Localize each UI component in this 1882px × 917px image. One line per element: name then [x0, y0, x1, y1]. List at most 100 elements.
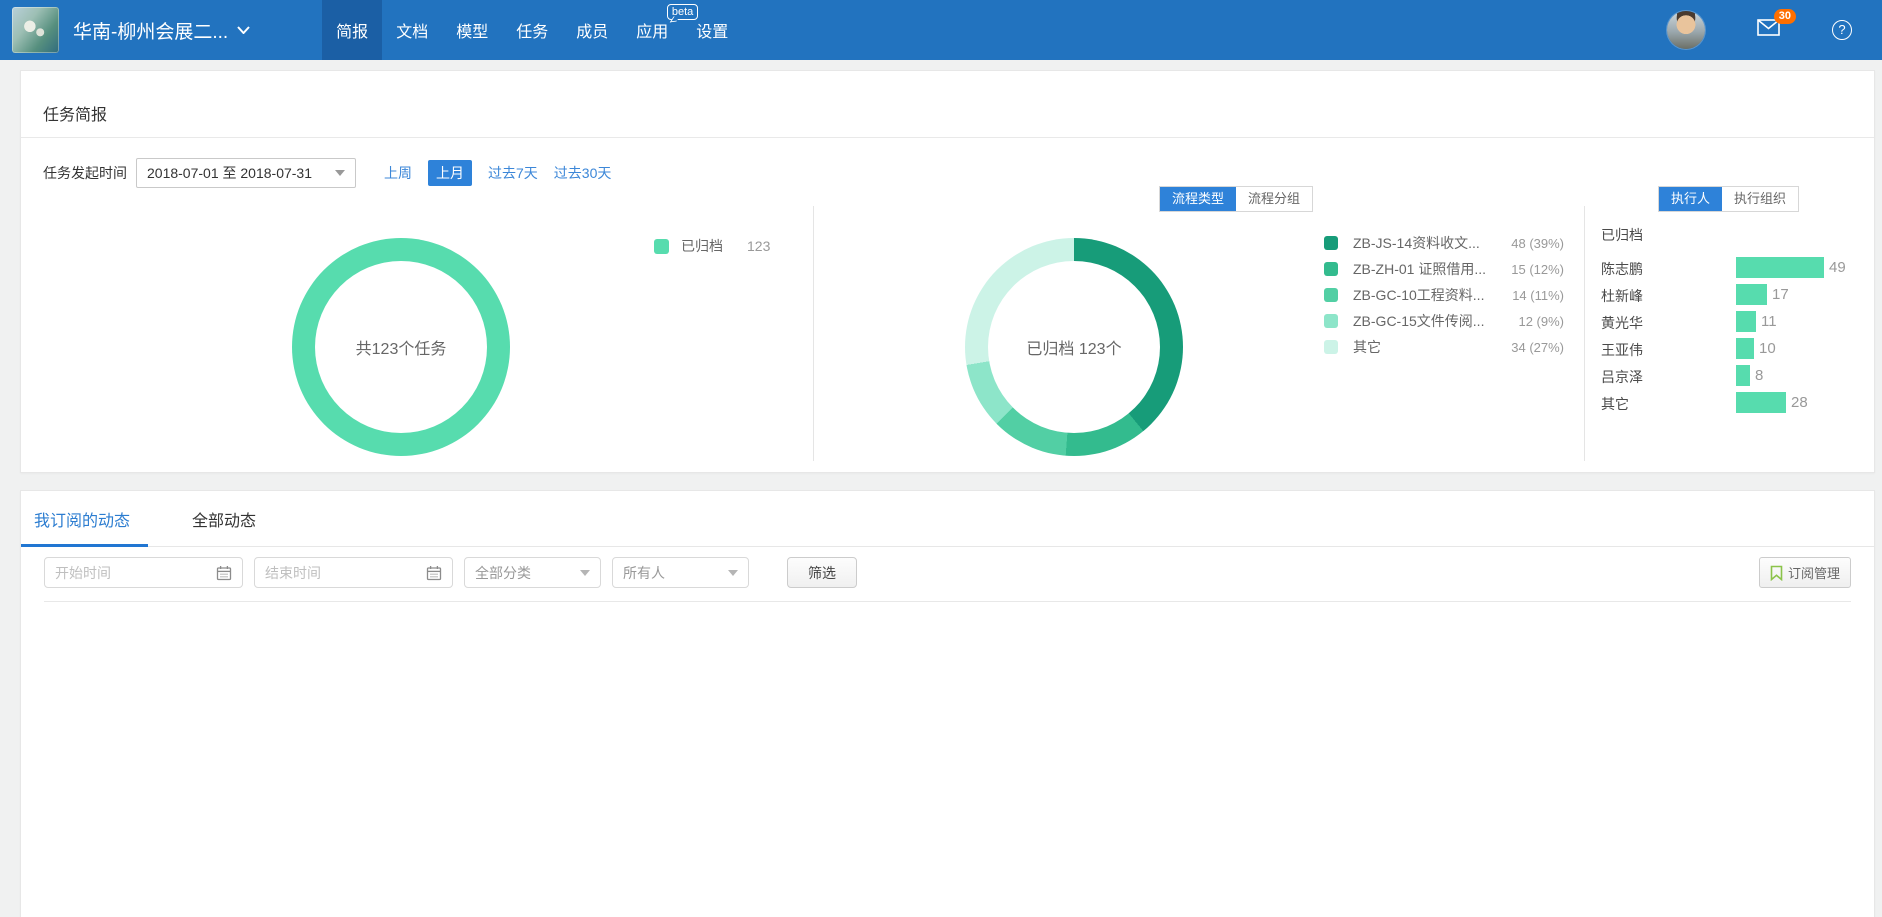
calendar-icon: [426, 565, 442, 581]
chart-divider: [1584, 206, 1585, 461]
end-time-input[interactable]: [265, 565, 426, 581]
quick-filter-last-week[interactable]: 上周: [384, 163, 412, 183]
bar-category-label: 其它: [1601, 394, 1721, 414]
bar-value-label: 10: [1759, 340, 1776, 357]
bar: [1736, 365, 1750, 386]
date-range-value: 2018-07-01 至 2018-07-31: [147, 163, 312, 183]
chevron-down-icon: [237, 26, 250, 34]
bar-category-label: 吕京泽: [1601, 367, 1721, 387]
legend-swatch: [1324, 236, 1338, 250]
task-date-filter-row: 任务发起时间 2018-07-01 至 2018-07-31 上周上月过去7天过…: [21, 138, 1874, 188]
toggle-exec-org[interactable]: 执行组织: [1722, 187, 1798, 211]
start-time-field[interactable]: [44, 557, 243, 588]
quick-filter-last-month[interactable]: 上月: [428, 160, 472, 186]
total-tasks-legend: 已归档 123: [654, 236, 770, 256]
bar-chart-title: 已归档: [1601, 225, 1643, 245]
feed-tab-subscribed[interactable]: 我订阅的动态: [21, 491, 148, 546]
project-name: 华南-柳州会展二...: [73, 17, 228, 44]
feed-filter-row: 全部分类 所有人 筛选 订阅管理: [44, 557, 1851, 588]
nav-item-label: 文档: [396, 18, 428, 42]
nav-item-label: 任务: [516, 18, 548, 42]
legend-swatch: [654, 239, 669, 254]
nav-item-tasks[interactable]: 任务: [502, 0, 562, 60]
caret-down-icon: [335, 170, 345, 176]
navbar-right: 30 ?: [1667, 11, 1852, 49]
nav-item-label: 应用: [636, 18, 668, 42]
activity-feed-panel: 我订阅的动态全部动态 全部分类: [20, 490, 1875, 917]
start-time-input[interactable]: [55, 565, 216, 581]
legend-label: ZB-GC-15文件传阅...: [1353, 311, 1484, 331]
date-filter-label: 任务发起时间: [43, 163, 127, 183]
legend-value: 123: [747, 238, 770, 254]
feed-tabs: 我订阅的动态全部动态: [21, 491, 1874, 547]
quick-filter-past-30-days[interactable]: 过去30天: [554, 163, 612, 183]
bar-value-label: 11: [1761, 313, 1777, 330]
quick-filter-past-7-days[interactable]: 过去7天: [488, 163, 538, 183]
legend-value: 14 (11%): [1512, 288, 1564, 303]
category-value: 全部分类: [475, 563, 531, 583]
bar: [1736, 284, 1767, 305]
quick-date-filters: 上周上月过去7天过去30天: [384, 160, 627, 186]
project-switcher[interactable]: 华南-柳州会展二...: [73, 17, 250, 44]
filter-button[interactable]: 筛选: [787, 557, 857, 588]
feed-list-divider: [44, 601, 1851, 602]
chart-divider: [813, 206, 814, 461]
nav-item-documents[interactable]: 文档: [382, 0, 442, 60]
nav-item-apps[interactable]: 应用beta: [622, 0, 682, 60]
date-range-dropdown[interactable]: 2018-07-01 至 2018-07-31: [136, 158, 356, 188]
bar: [1736, 311, 1756, 332]
bar-value-label: 28: [1791, 394, 1808, 411]
person-select[interactable]: 所有人: [612, 557, 749, 588]
nav-item-label: 模型: [456, 18, 488, 42]
bar: [1736, 257, 1824, 278]
category-select[interactable]: 全部分类: [464, 557, 601, 588]
user-avatar[interactable]: [1667, 11, 1705, 49]
calendar-icon: [216, 565, 232, 581]
executor-toggle: 执行人执行组织: [1658, 186, 1799, 212]
bar-category-label: 黄光华: [1601, 313, 1721, 333]
legend-label: ZB-ZH-01 证照借用...: [1353, 259, 1486, 279]
project-logo: [12, 7, 59, 53]
legend-swatch: [1324, 288, 1338, 302]
bar-value-label: 17: [1772, 286, 1789, 303]
legend-label: ZB-GC-10工程资料...: [1353, 285, 1484, 305]
nav-item-briefing[interactable]: 简报: [322, 0, 382, 60]
legend-swatch: [1324, 314, 1338, 328]
nav-item-label: 成员: [576, 18, 608, 42]
archived-center-label: 已归档 123个: [965, 238, 1183, 456]
legend-item: ZB-GC-10工程资料... 14 (11%): [1324, 287, 1564, 303]
legend-item: 其它 34 (27%): [1324, 339, 1564, 355]
subscription-manage-button[interactable]: 订阅管理: [1759, 557, 1851, 588]
legend-value: 34 (27%): [1511, 340, 1564, 355]
nav-item-label: 简报: [336, 18, 368, 42]
toggle-process-group[interactable]: 流程分组: [1236, 187, 1312, 211]
help-icon[interactable]: ?: [1832, 20, 1852, 40]
legend-item: ZB-ZH-01 证照借用... 15 (12%): [1324, 261, 1564, 277]
legend-swatch: [1324, 262, 1338, 276]
archived-by-type-donut: 已归档 123个: [965, 238, 1183, 456]
bar-value-label: 8: [1755, 367, 1763, 384]
bar: [1736, 338, 1754, 359]
bookmark-icon: [1770, 565, 1783, 581]
nav-item-label: 设置: [696, 18, 728, 42]
toggle-executor[interactable]: 执行人: [1659, 187, 1722, 211]
nav-item-members[interactable]: 成员: [562, 0, 622, 60]
end-time-field[interactable]: [254, 557, 453, 588]
legend-swatch: [1324, 340, 1338, 354]
feed-tab-all[interactable]: 全部动态: [174, 491, 274, 546]
toggle-process-type[interactable]: 流程类型: [1160, 187, 1236, 211]
bar-category-label: 杜新峰: [1601, 286, 1721, 306]
legend-label: 其它: [1353, 337, 1381, 357]
total-tasks-donut: 共123个任务: [292, 238, 510, 456]
nav-item-model[interactable]: 模型: [442, 0, 502, 60]
notifications-button[interactable]: 30: [1757, 19, 1780, 41]
process-type-toggle: 流程类型流程分组: [1159, 186, 1313, 212]
bar-category-label: 王亚伟: [1601, 340, 1721, 360]
panel-title: 任务简报: [21, 71, 1874, 138]
legend-value: 48 (39%): [1511, 236, 1564, 251]
legend-value: 12 (9%): [1518, 314, 1564, 329]
legend-value: 15 (12%): [1511, 262, 1564, 277]
bar: [1736, 392, 1786, 413]
nav-item-settings[interactable]: 设置: [682, 0, 742, 60]
legend-label: 已归档: [681, 236, 723, 256]
